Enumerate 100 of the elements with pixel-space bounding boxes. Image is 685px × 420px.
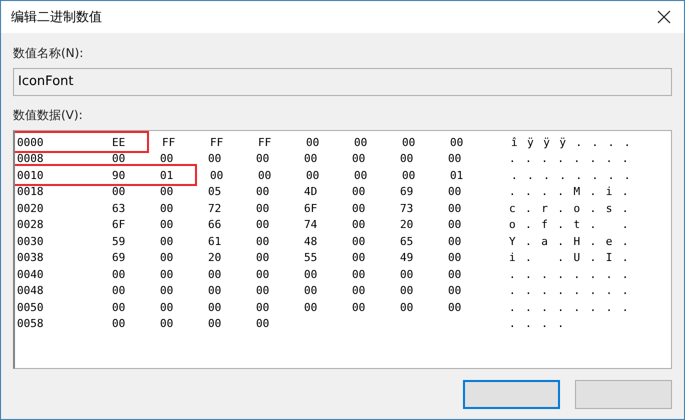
byte-value: 00 — [160, 234, 174, 248]
hex-editor[interactable] — [13, 130, 672, 369]
byte-value: 00 — [402, 136, 416, 149]
byte-value: 4D — [304, 185, 318, 198]
byte-value: 00 — [208, 300, 222, 314]
byte-value: 00 — [112, 317, 126, 330]
byte-value: 00 — [160, 317, 174, 330]
ascii-text: .... — [509, 317, 574, 330]
byte-value: 66 — [208, 218, 222, 232]
byte-value: 00 — [352, 152, 366, 166]
byte-value: 69 — [400, 185, 414, 198]
byte-value: 00 — [112, 268, 126, 281]
byte-value: 59 — [112, 234, 126, 248]
ascii-text: îÿÿÿ.... — [511, 136, 640, 149]
byte-value: 00 — [448, 202, 462, 215]
ascii-text: o.f.t. . — [509, 218, 638, 232]
byte-value: 00 — [112, 300, 126, 314]
offset-text: 0008 — [17, 152, 44, 166]
byte-value: 00 — [160, 218, 174, 232]
byte-value: 55 — [304, 251, 318, 264]
byte-value: 20 — [208, 251, 222, 264]
dialog-button[interactable] — [463, 380, 560, 409]
offset-text: 0038 — [17, 251, 44, 264]
byte-value: 6F — [112, 218, 126, 232]
byte-value: 01 — [450, 168, 464, 182]
byte-value: 00 — [448, 284, 462, 298]
byte-value: 01 — [160, 168, 174, 182]
offset-text: 0040 — [17, 268, 44, 281]
byte-value: 00 — [400, 152, 414, 166]
ascii-text: Y.a.H.e. — [509, 234, 638, 248]
byte-value: 6F — [304, 202, 318, 215]
byte-value: 00 — [306, 136, 320, 149]
byte-value: 65 — [400, 234, 414, 248]
byte-value: 00 — [256, 300, 270, 314]
byte-value: 00 — [160, 300, 174, 314]
ascii-text: ........ — [509, 152, 638, 166]
byte-value: 00 — [304, 152, 318, 166]
window-title: 编辑二进制数值 — [11, 9, 102, 26]
byte-value: 00 — [448, 185, 462, 198]
byte-value: 00 — [402, 168, 416, 182]
byte-value: 00 — [112, 152, 126, 166]
byte-value: 00 — [354, 168, 368, 182]
byte-value: 00 — [448, 251, 462, 264]
value-name-field[interactable]: IconFont — [13, 68, 672, 96]
byte-value: 00 — [352, 218, 366, 232]
byte-value: 00 — [256, 185, 270, 198]
byte-value: 73 — [400, 202, 414, 215]
byte-value: 00 — [112, 284, 126, 298]
byte-value: 61 — [208, 234, 222, 248]
ascii-text: ....M.i. — [509, 185, 638, 198]
offset-text: 0030 — [17, 234, 44, 248]
byte-value: 00 — [306, 168, 320, 182]
byte-value: 00 — [208, 317, 222, 330]
byte-value: 48 — [304, 234, 318, 248]
byte-value: 00 — [400, 300, 414, 314]
byte-value: 00 — [256, 202, 270, 215]
byte-value: 00 — [448, 218, 462, 232]
byte-value: 00 — [256, 218, 270, 232]
field-label: 数值名称(N): — [13, 45, 84, 62]
offset-text: 0028 — [17, 218, 44, 232]
byte-value: 00 — [256, 317, 270, 330]
byte-value: 00 — [450, 136, 464, 149]
ascii-text: ........ — [509, 268, 638, 281]
byte-value: 00 — [352, 185, 366, 198]
byte-value: 00 — [400, 284, 414, 298]
byte-value: 00 — [210, 168, 224, 182]
byte-value: 00 — [448, 152, 462, 166]
byte-value: 00 — [352, 251, 366, 264]
offset-text: 0048 — [17, 284, 44, 298]
byte-value: 00 — [352, 268, 366, 281]
byte-value: FF — [162, 136, 176, 149]
byte-value: 00 — [256, 251, 270, 264]
byte-value: 00 — [352, 300, 366, 314]
offset-text: 0058 — [17, 317, 44, 330]
ascii-text: ........ — [511, 168, 640, 182]
byte-value: 72 — [208, 202, 222, 215]
offset-text: 0000 — [17, 136, 44, 149]
field-label: 数值数据(V): — [13, 107, 83, 124]
byte-value: 00 — [304, 300, 318, 314]
byte-value: 00 — [304, 268, 318, 281]
byte-value: 00 — [352, 202, 366, 215]
close-icon[interactable] — [657, 10, 671, 24]
byte-value: 00 — [256, 234, 270, 248]
ascii-text: i. .U.I. — [509, 251, 638, 264]
ascii-text: ........ — [509, 284, 638, 298]
ascii-text: ........ — [509, 300, 638, 314]
byte-value: 00 — [208, 284, 222, 298]
byte-value: 20 — [400, 218, 414, 232]
byte-value: 05 — [208, 185, 222, 198]
byte-value: 00 — [160, 268, 174, 281]
byte-value: 00 — [256, 284, 270, 298]
byte-value: 00 — [354, 136, 368, 149]
byte-value: 00 — [160, 251, 174, 264]
byte-value: 00 — [448, 234, 462, 248]
byte-value: 00 — [208, 152, 222, 166]
byte-value: 00 — [304, 284, 318, 298]
offset-text: 0050 — [17, 300, 44, 314]
byte-value: 00 — [160, 202, 174, 215]
byte-value: 00 — [208, 268, 222, 281]
ascii-text: c.r.o.s. — [509, 202, 638, 215]
